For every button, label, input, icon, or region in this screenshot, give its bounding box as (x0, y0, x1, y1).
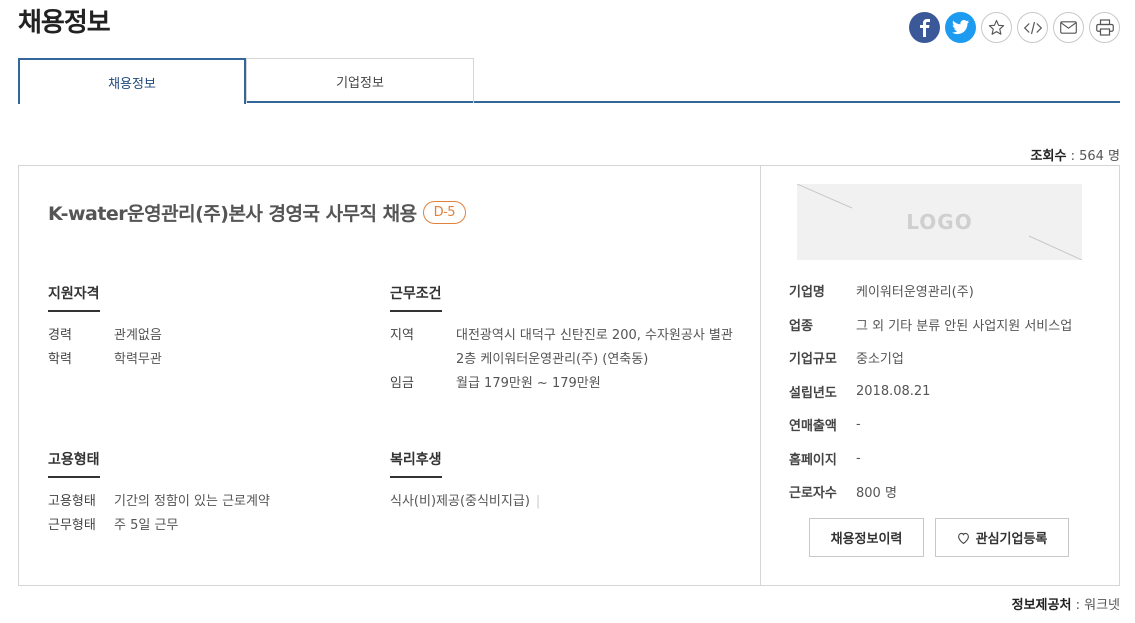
welfare-value: 식사(비)제공(중식비지급) (390, 494, 530, 509)
info-key: 학력 (48, 352, 72, 367)
logo-text: LOGO (906, 210, 973, 234)
info-row: 지역 대전광역시 대덕구 신탄진로 200, 수자원공사 별관2층 케이워터운영관… (390, 324, 740, 372)
mail-icon (1060, 21, 1077, 34)
company-key: 기업명 (789, 285, 825, 301)
company-key: 설립년도 (789, 385, 837, 401)
heart-icon (957, 532, 969, 544)
add-favorite-label: 관심기업등록 (975, 532, 1048, 547)
company-logo: LOGO (797, 184, 1082, 260)
job-history-button[interactable]: 채용정보이력 (809, 518, 924, 557)
view-count-value: 564 명 (1079, 149, 1120, 164)
embed-code-icon (1023, 21, 1042, 34)
twitter-share-button[interactable] (945, 12, 976, 43)
company-key: 근로자수 (789, 486, 837, 502)
company-value: 2018.08.21 (856, 383, 931, 399)
conditions-section: 근무조건 지역 대전광역시 대덕구 신탄진로 200, 수자원공사 별관2층 케이… (390, 283, 740, 396)
company-value: 그 외 기타 분류 안된 사업지원 서비스업 (856, 318, 1073, 334)
company-key: 연매출액 (789, 419, 837, 435)
job-title: K-water운영관리(주)본사 경영국 사무직 채용 D-5 (48, 199, 467, 226)
info-value: 학력무관 (114, 352, 162, 367)
company-value: - (856, 417, 861, 433)
company-row: 설립년도 2018.08.21 (789, 375, 1072, 409)
company-row: 기업명 케이워터운영관리(주) (789, 274, 1072, 308)
qualification-section: 지원자격 경력 관계없음 학력 학력무관 (48, 283, 348, 372)
view-count-label: 조회수 (1030, 149, 1067, 164)
info-value: 기간의 정함이 있는 근로계약 (114, 494, 270, 509)
info-source: 정보제공처 : 워크넷 (1012, 594, 1120, 613)
star-icon (988, 19, 1005, 35)
facebook-share-button[interactable] (909, 12, 940, 43)
conditions-heading: 근무조건 (390, 283, 442, 312)
welfare-section: 복리후생 식사(비)제공(중식비지급) | (390, 449, 740, 514)
info-key: 경력 (48, 328, 72, 343)
company-key: 업종 (789, 318, 813, 334)
company-row: 홈페이지 - (789, 442, 1072, 476)
info-key: 고용형태 (48, 494, 96, 509)
company-row: 업종 그 외 기타 분류 안된 사업지원 서비스업 (789, 308, 1072, 342)
company-value: 800 명 (856, 486, 897, 502)
info-value: 주 5일 근무 (114, 518, 179, 533)
job-detail-panel: K-water운영관리(주)본사 경영국 사무직 채용 D-5 지원자격 경력관… (18, 165, 1120, 586)
info-source-value: 워크넷 (1084, 598, 1120, 613)
company-row: 기업규모 중소기업 (789, 341, 1072, 375)
print-button[interactable] (1089, 12, 1120, 43)
employment-section: 고용형태 고용형태 기간의 정함이 있는 근로계약 근무형태 주 5일 근무 (48, 449, 348, 538)
welfare-separator: | (535, 494, 541, 509)
info-key: 근무형태 (48, 518, 96, 533)
company-value: 중소기업 (856, 352, 904, 368)
facebook-icon (919, 18, 930, 37)
info-row: 식사(비)제공(중식비지급) | (390, 490, 740, 514)
tab-company-info[interactable]: 기업정보 (246, 58, 474, 103)
info-key: 지역 (390, 328, 414, 343)
company-row: 연매출액 - (789, 408, 1072, 442)
panel-divider (760, 166, 761, 585)
company-info-list: 기업명 케이워터운영관리(주) 업종 그 외 기타 분류 안된 사업지원 서비스업 … (789, 274, 1072, 509)
info-source-label: 정보제공처 (1011, 598, 1072, 613)
info-row: 근무형태 주 5일 근무 (48, 514, 348, 538)
welfare-heading: 복리후생 (390, 449, 442, 478)
info-row: 학력 학력무관 (48, 348, 348, 372)
info-key: 임금 (390, 376, 414, 391)
info-row: 임금 월급 179만원 ~ 179만원 (390, 372, 740, 396)
print-icon (1095, 19, 1114, 36)
info-row: 경력 관계없음 (48, 324, 348, 348)
twitter-icon (951, 20, 969, 35)
company-row: 근로자수 800 명 (789, 475, 1072, 509)
dday-badge: D-5 (422, 201, 467, 224)
company-value: 케이워터운영관리(주) (856, 285, 974, 301)
info-value: 월급 179만원 ~ 179만원 (456, 376, 601, 391)
view-count-separator: : (1066, 149, 1080, 164)
qualification-heading: 지원자격 (48, 283, 100, 312)
info-value: 관계없음 (114, 328, 162, 343)
view-count: 조회수 : 564 명 (1031, 145, 1120, 164)
company-value: - (856, 450, 861, 466)
mail-share-button[interactable] (1053, 12, 1084, 43)
embed-code-button[interactable] (1017, 12, 1048, 43)
tab-job-info[interactable]: 채용정보 (18, 58, 246, 104)
company-key: 홈페이지 (789, 452, 837, 468)
employment-heading: 고용형태 (48, 449, 100, 478)
add-favorite-company-button[interactable]: 관심기업등록 (935, 518, 1069, 557)
bookmark-button[interactable] (981, 12, 1012, 43)
info-source-separator: : (1071, 598, 1085, 613)
info-row: 고용형태 기간의 정함이 있는 근로계약 (48, 490, 348, 514)
job-title-text: K-water운영관리(주)본사 경영국 사무직 채용 (48, 203, 417, 225)
share-toolbar (909, 12, 1120, 43)
page-title: 채용정보 (18, 8, 111, 38)
company-key: 기업규모 (789, 352, 837, 368)
tab-bar: 채용정보 기업정보 (18, 58, 1120, 104)
info-value: 대전광역시 대덕구 신탄진로 200, 수자원공사 별관2층 케이워터운영관리(… (456, 328, 733, 367)
